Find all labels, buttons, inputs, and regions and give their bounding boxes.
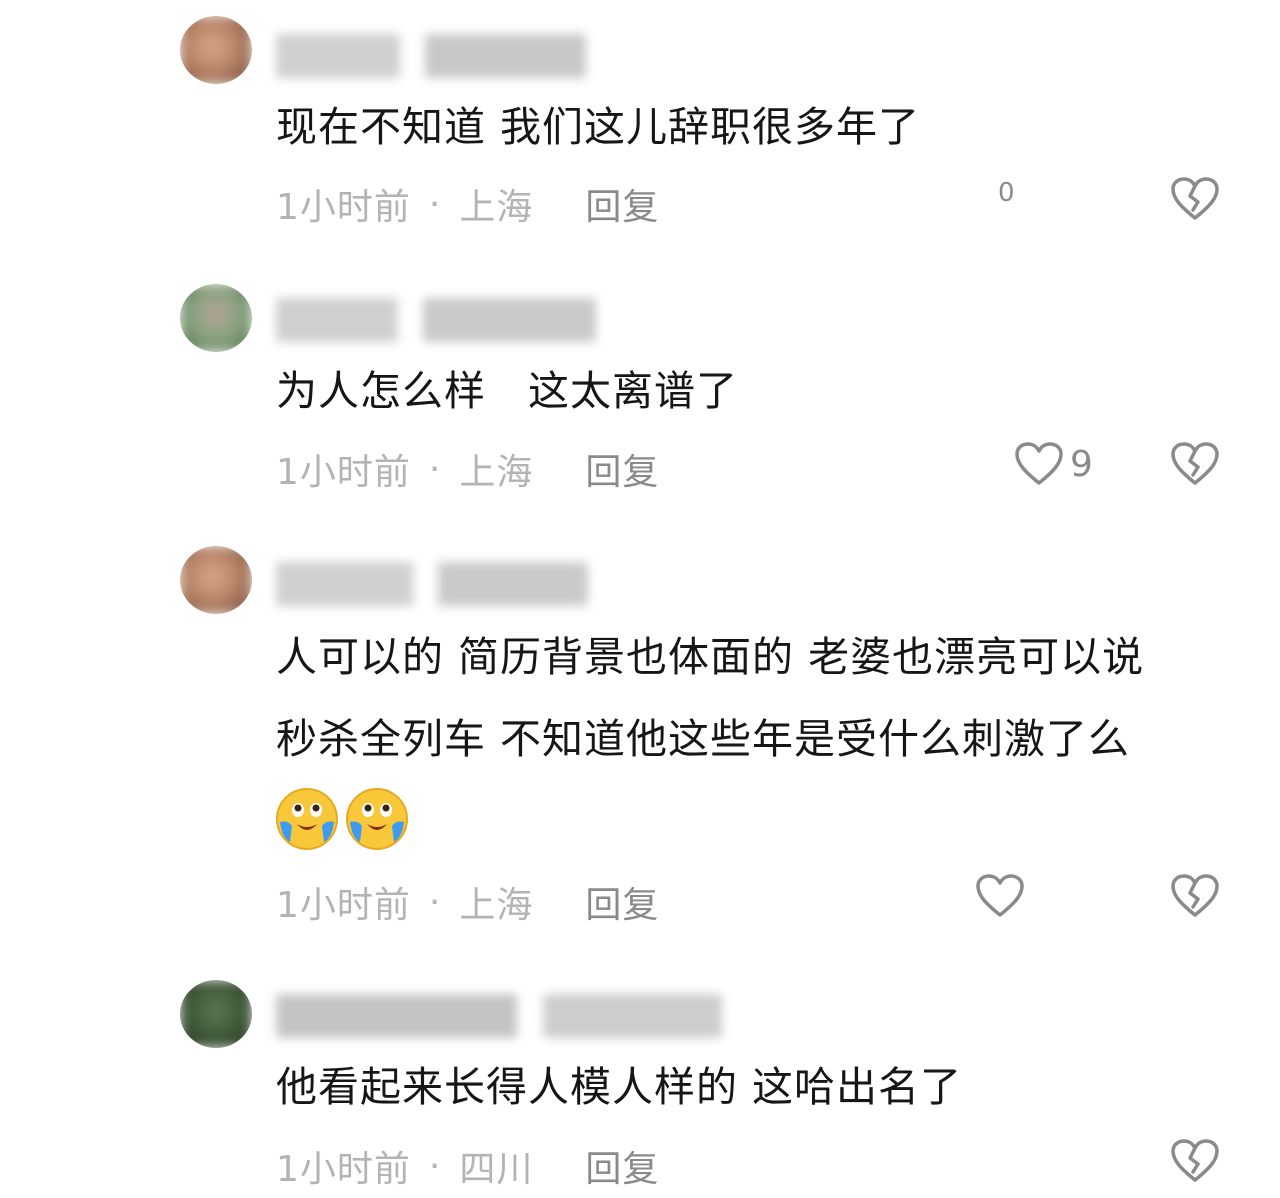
comment-location: 上海 xyxy=(459,452,534,493)
like-button[interactable]: 9 xyxy=(1014,441,1093,487)
crying-laugh-emoji xyxy=(276,788,338,850)
comment-time: 1小时前 xyxy=(276,187,411,228)
comment-text-line: 秒杀全列车 不知道他这些年是受什么刺激了么 xyxy=(276,715,1131,763)
comment-time: 1小时前 xyxy=(276,452,411,493)
dislike-button[interactable] xyxy=(1170,176,1220,226)
reply-button[interactable]: 回复 xyxy=(585,443,659,495)
avatar[interactable] xyxy=(180,980,252,1048)
comment-time: 1小时前 xyxy=(276,1149,411,1190)
broken-heart-icon xyxy=(1171,442,1219,485)
like-button[interactable]: 0 xyxy=(992,178,1015,208)
reply-button[interactable]: 回复 xyxy=(585,178,659,230)
comment-text: 为人怎么样 这太离谱了 xyxy=(276,350,1224,432)
heart-outline-icon xyxy=(976,874,1024,917)
comment-text-line: 现在不知道 我们这儿辞职很多年了 xyxy=(276,103,921,151)
comment-text: 人可以的 简历背景也体面的 老婆也漂亮可以说 秒杀全列车 不知道他这些年是受什么… xyxy=(276,616,1224,780)
broken-heart-icon xyxy=(1171,1139,1219,1182)
avatar[interactable] xyxy=(180,546,252,614)
dislike-button[interactable] xyxy=(1170,1138,1220,1188)
comment-meta: 1小时前 · 上海 回复 xyxy=(276,178,659,230)
dislike-button[interactable] xyxy=(1170,873,1220,923)
dislike-button[interactable] xyxy=(1170,441,1220,491)
like-button[interactable] xyxy=(975,873,1025,919)
broken-heart-icon xyxy=(1171,177,1219,220)
broken-heart-icon xyxy=(1171,874,1219,917)
username-blurred[interactable] xyxy=(276,34,586,78)
comment-location: 上海 xyxy=(459,187,534,228)
comment-time: 1小时前 xyxy=(276,885,411,926)
separator-dot: · xyxy=(428,448,442,490)
username-blurred[interactable] xyxy=(276,298,596,342)
avatar[interactable] xyxy=(180,16,252,84)
comment-meta: 1小时前 · 上海 回复 xyxy=(276,443,659,495)
emoji-row xyxy=(274,786,410,852)
reply-button[interactable]: 回复 xyxy=(585,876,659,928)
comment-text: 现在不知道 我们这儿辞职很多年了 xyxy=(276,86,1224,168)
reply-button[interactable]: 回复 xyxy=(585,1140,659,1192)
separator-dot: · xyxy=(428,881,442,923)
username-blurred[interactable] xyxy=(276,562,588,606)
comment-text-line: 为人怎么样 这太离谱了 xyxy=(276,367,738,415)
avatar[interactable] xyxy=(180,284,252,352)
separator-dot: · xyxy=(428,1145,442,1187)
comment-meta: 1小时前 · 四川 回复 xyxy=(276,1140,659,1192)
heart-outline-icon xyxy=(1015,442,1063,485)
comment-text-line: 人可以的 简历背景也体面的 老婆也漂亮可以说 xyxy=(276,633,1145,681)
comment-location: 四川 xyxy=(459,1149,534,1190)
comment-text-line: 他看起来长得人模人样的 这哈出名了 xyxy=(276,1063,963,1111)
comment-meta: 1小时前 · 上海 回复 xyxy=(276,876,659,928)
separator-dot: · xyxy=(428,183,442,225)
comment-location: 上海 xyxy=(459,885,534,926)
comment-text: 他看起来长得人模人样的 这哈出名了 xyxy=(276,1046,1224,1128)
username-blurred[interactable] xyxy=(276,994,722,1038)
like-count: 9 xyxy=(1070,443,1093,485)
crying-laugh-emoji xyxy=(346,788,408,850)
like-count: 0 xyxy=(998,178,1015,208)
